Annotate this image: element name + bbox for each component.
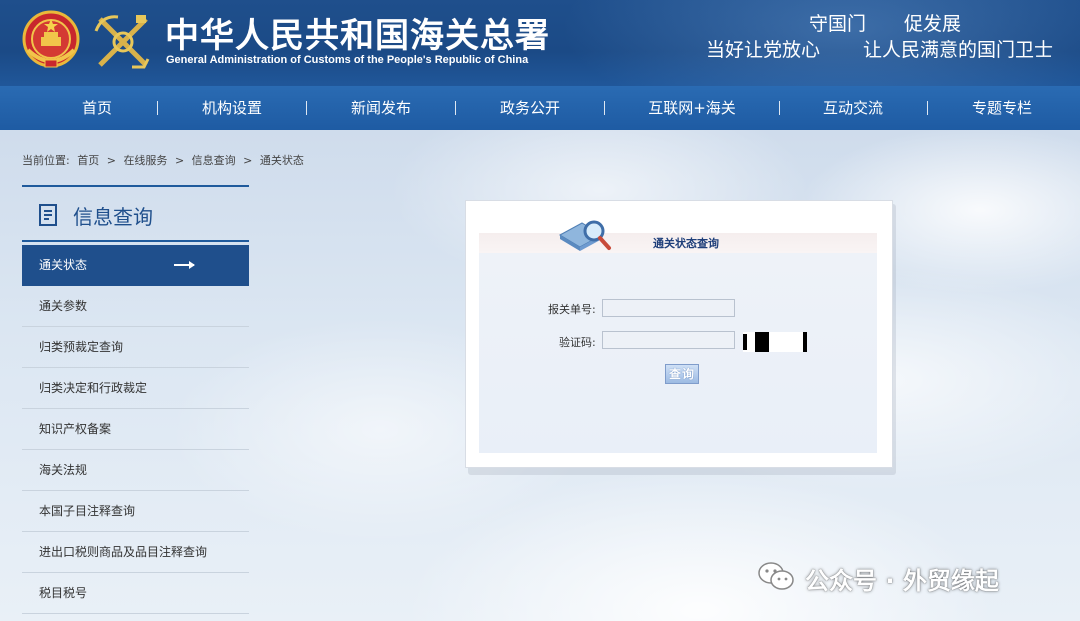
nav-separator bbox=[604, 101, 605, 115]
customs-emblem-icon bbox=[94, 15, 150, 69]
breadcrumb-separator: > bbox=[174, 154, 185, 167]
sidebar-item-ip-record[interactable]: 知识产权备案 bbox=[22, 409, 249, 450]
captcha-label: 验证码: bbox=[559, 336, 596, 349]
sidebar-item-classification-ruling[interactable]: 归类决定和行政裁定 bbox=[22, 368, 249, 409]
breadcrumb-prefix: 当前位置: bbox=[22, 154, 70, 167]
slogan-text: 守国门 bbox=[809, 13, 867, 35]
breadcrumb-info-query[interactable]: 信息查询 bbox=[192, 154, 236, 167]
breadcrumb-online-service[interactable]: 在线服务 bbox=[123, 154, 167, 167]
nav-item-internet-customs[interactable]: 互联网+海关 bbox=[638, 86, 746, 130]
sidebar-item-label: 本国子目注释查询 bbox=[39, 504, 136, 518]
sidebar-item-tariff-codes[interactable]: 税目税号 bbox=[22, 573, 249, 614]
nav-separator bbox=[157, 101, 158, 115]
nav-separator bbox=[779, 101, 780, 115]
magnifier-icon bbox=[558, 220, 611, 251]
arrow-right-icon bbox=[174, 261, 195, 269]
declaration-number-label: 报关单号: bbox=[548, 303, 596, 316]
sidebar-item-label: 归类决定和行政裁定 bbox=[39, 381, 148, 395]
sidebar-item-clearance-status[interactable]: 通关状态 bbox=[22, 245, 249, 286]
sidebar-item-subheading-notes[interactable]: 本国子目注释查询 bbox=[22, 491, 249, 532]
nav-item-interaction[interactable]: 互动交流 bbox=[813, 86, 893, 130]
sidebar-menu: 通关状态 通关参数 归类预裁定查询 归类决定和行政裁定 知识产权备案 海关法规 … bbox=[22, 245, 249, 614]
wechat-icon bbox=[758, 562, 794, 590]
sidebar-item-label: 进出口税则商品及品目注释查询 bbox=[39, 545, 208, 559]
sidebar-title: 信息查询 bbox=[73, 205, 153, 229]
national-emblem-icon bbox=[22, 10, 80, 68]
sidebar-item-customs-regulations[interactable]: 海关法规 bbox=[22, 450, 249, 491]
sidebar-item-classification-preruling[interactable]: 归类预裁定查询 bbox=[22, 327, 249, 368]
site-subtitle: General Administration of Customs of the… bbox=[166, 54, 529, 66]
sidebar-item-label: 海关法规 bbox=[39, 463, 88, 477]
slogan-text: 促发展 bbox=[904, 13, 962, 35]
nav-item-news[interactable]: 新闻发布 bbox=[341, 86, 421, 130]
sidebar-item-label: 通关参数 bbox=[39, 299, 88, 313]
breadcrumb-separator: > bbox=[243, 154, 253, 167]
sidebar-item-clearance-params[interactable]: 通关参数 bbox=[22, 286, 249, 327]
sidebar-item-tariff-notes[interactable]: 进出口税则商品及品目注释查询 bbox=[22, 532, 249, 573]
site-header: 中华人民共和国海关总署 General Administration of Cu… bbox=[0, 0, 1080, 86]
sidebar-item-label: 归类预裁定查询 bbox=[39, 340, 124, 354]
panel-title: 通关状态查询 bbox=[653, 237, 719, 250]
captcha-noise bbox=[803, 332, 807, 352]
breadcrumb-separator: > bbox=[106, 154, 116, 167]
breadcrumb: 当前位置: 首页 > 在线服务 > 信息查询 > 通关状态 bbox=[22, 152, 308, 168]
nav-item-special-topics[interactable]: 专题专栏 bbox=[962, 86, 1042, 130]
nav-separator bbox=[306, 101, 307, 115]
query-button[interactable]: 查询 bbox=[665, 364, 699, 384]
nav-item-organization[interactable]: 机构设置 bbox=[192, 86, 272, 130]
nav-item-home[interactable]: 首页 bbox=[62, 86, 132, 130]
sidebar-item-label: 通关状态 bbox=[39, 258, 88, 272]
sidebar-header: 信息查询 bbox=[22, 185, 249, 242]
captcha-text: V28AWF bbox=[745, 333, 797, 351]
captcha-image[interactable]: V28AWF bbox=[743, 332, 807, 352]
nav-item-government-affairs[interactable]: 政务公开 bbox=[490, 86, 570, 130]
nav-separator bbox=[455, 101, 456, 115]
document-icon bbox=[39, 204, 57, 226]
declaration-number-input[interactable] bbox=[602, 299, 735, 317]
breadcrumb-home[interactable]: 首页 bbox=[77, 154, 99, 167]
slogan-text: 当好让党放心 bbox=[706, 39, 821, 61]
sidebar-item-label: 税目税号 bbox=[39, 586, 88, 600]
watermark-text: 公众号 · 外贸缘起 bbox=[805, 567, 999, 595]
captcha-input[interactable] bbox=[602, 331, 735, 349]
site-title: 中华人民共和国海关总署 bbox=[165, 16, 550, 56]
breadcrumb-current: 通关状态 bbox=[259, 154, 304, 167]
nav-separator bbox=[927, 101, 928, 115]
sidebar-item-label: 知识产权备案 bbox=[39, 422, 112, 436]
sidebar: 信息查询 通关状态 通关参数 归类预裁定查询 归类决定和行政裁定 知识产权备案 … bbox=[22, 185, 249, 614]
main-nav: 首页 机构设置 新闻发布 政务公开 互联网+海关 互动交流 专题专栏 bbox=[0, 86, 1080, 130]
slogan-text: 让人民满意的国门卫士 bbox=[863, 39, 1054, 61]
query-panel: 通关状态查询 报关单号: 验证码: V28AWF 查询 bbox=[465, 200, 893, 468]
